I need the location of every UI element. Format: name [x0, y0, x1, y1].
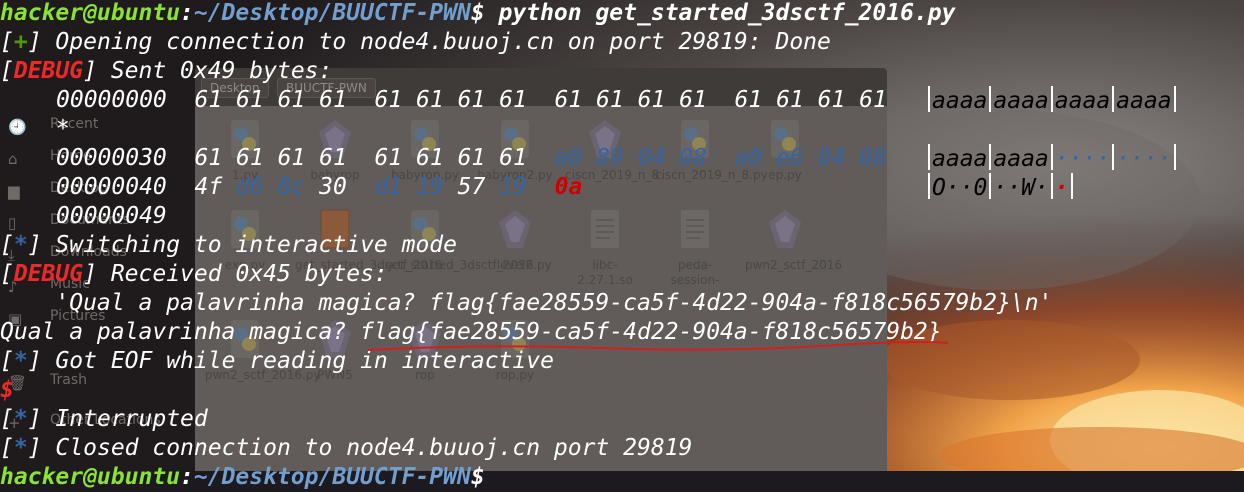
log-opening: [+] Opening connection to node4.buuoj.cn…	[0, 29, 831, 55]
hex-ascii-2: O··0 ··W· ·	[926, 173, 1075, 203]
hex-bytes-addr: a0 89 04 08 a0 e6 04 08	[554, 145, 887, 171]
received-string: 'Qual a palavrinha magica? flag{fae28559…	[0, 290, 1053, 316]
hex-ascii-1: aaaa aaaa ···· ····	[926, 144, 1178, 174]
hex-offset: 00000030	[56, 145, 167, 171]
hex-row-1: 00000030 61 61 61 61 61 61 61 61 a0 89 0…	[56, 144, 887, 173]
hex-ascii-0: aaaa aaaa aaaa aaaa	[926, 86, 1178, 116]
program-output-flag: Qual a palavrinha magica? flag{fae28559-…	[0, 319, 942, 345]
hex-offset: 00000040	[56, 174, 167, 200]
log-interrupted: [*] Interrupted	[0, 406, 208, 432]
hex-repeat: *	[56, 116, 70, 142]
debug-tag: DEBUG	[13, 58, 84, 84]
prompt-symbol: $	[470, 0, 485, 26]
log-eof: [*] Got EOF while reading in interactive	[0, 348, 554, 374]
plus-tag: +	[13, 29, 28, 55]
prompt-line: hacker@ubuntu:~/Desktop/BUUCTF-PWN$ pyth…	[0, 0, 956, 26]
hex-end-offset: 00000049	[56, 203, 167, 229]
log-sent: [DEBUG] Sent 0x49 bytes:	[0, 58, 333, 84]
log-received: [DEBUG] Received 0x45 bytes:	[0, 261, 388, 287]
interactive-prompt: $	[0, 377, 14, 403]
hex-row-0: 00000000 61 61 61 61 61 61 61 61 61 61 6…	[56, 86, 887, 115]
prompt-user: hacker@ubuntu	[0, 0, 181, 26]
log-switching: [*] Switching to interactive mode	[0, 232, 457, 258]
hex-offset: 00000000	[56, 87, 167, 113]
hex-bytes: 61 61 61 61 61 61 61 61 61 61 61 61 61 6…	[194, 87, 887, 113]
last-prompt-line: hacker@ubuntu:~/Desktop/BUUCTF-PWN$	[0, 464, 485, 490]
hex-bytes: 61 61 61 61 61 61 61 61	[194, 145, 527, 171]
hex-row-2: 00000040 4f d6 8c 30 d1 19 57 19 0a	[56, 174, 583, 200]
sent-text: Sent 0x49 bytes:	[96, 58, 333, 84]
terminal-output[interactable]: hacker@ubuntu:~/Desktop/BUUCTF-PWN$ pyth…	[0, 0, 1244, 490]
log-closed: [*] Closed connection to node4.buuoj.cn …	[0, 435, 693, 461]
prompt-path: ~/Desktop/BUUCTF-PWN	[193, 0, 471, 26]
opening-text: Opening connection to node4.buuoj.cn on …	[41, 29, 831, 55]
command-text: python get_started_3dsctf_2016.py	[484, 0, 956, 26]
